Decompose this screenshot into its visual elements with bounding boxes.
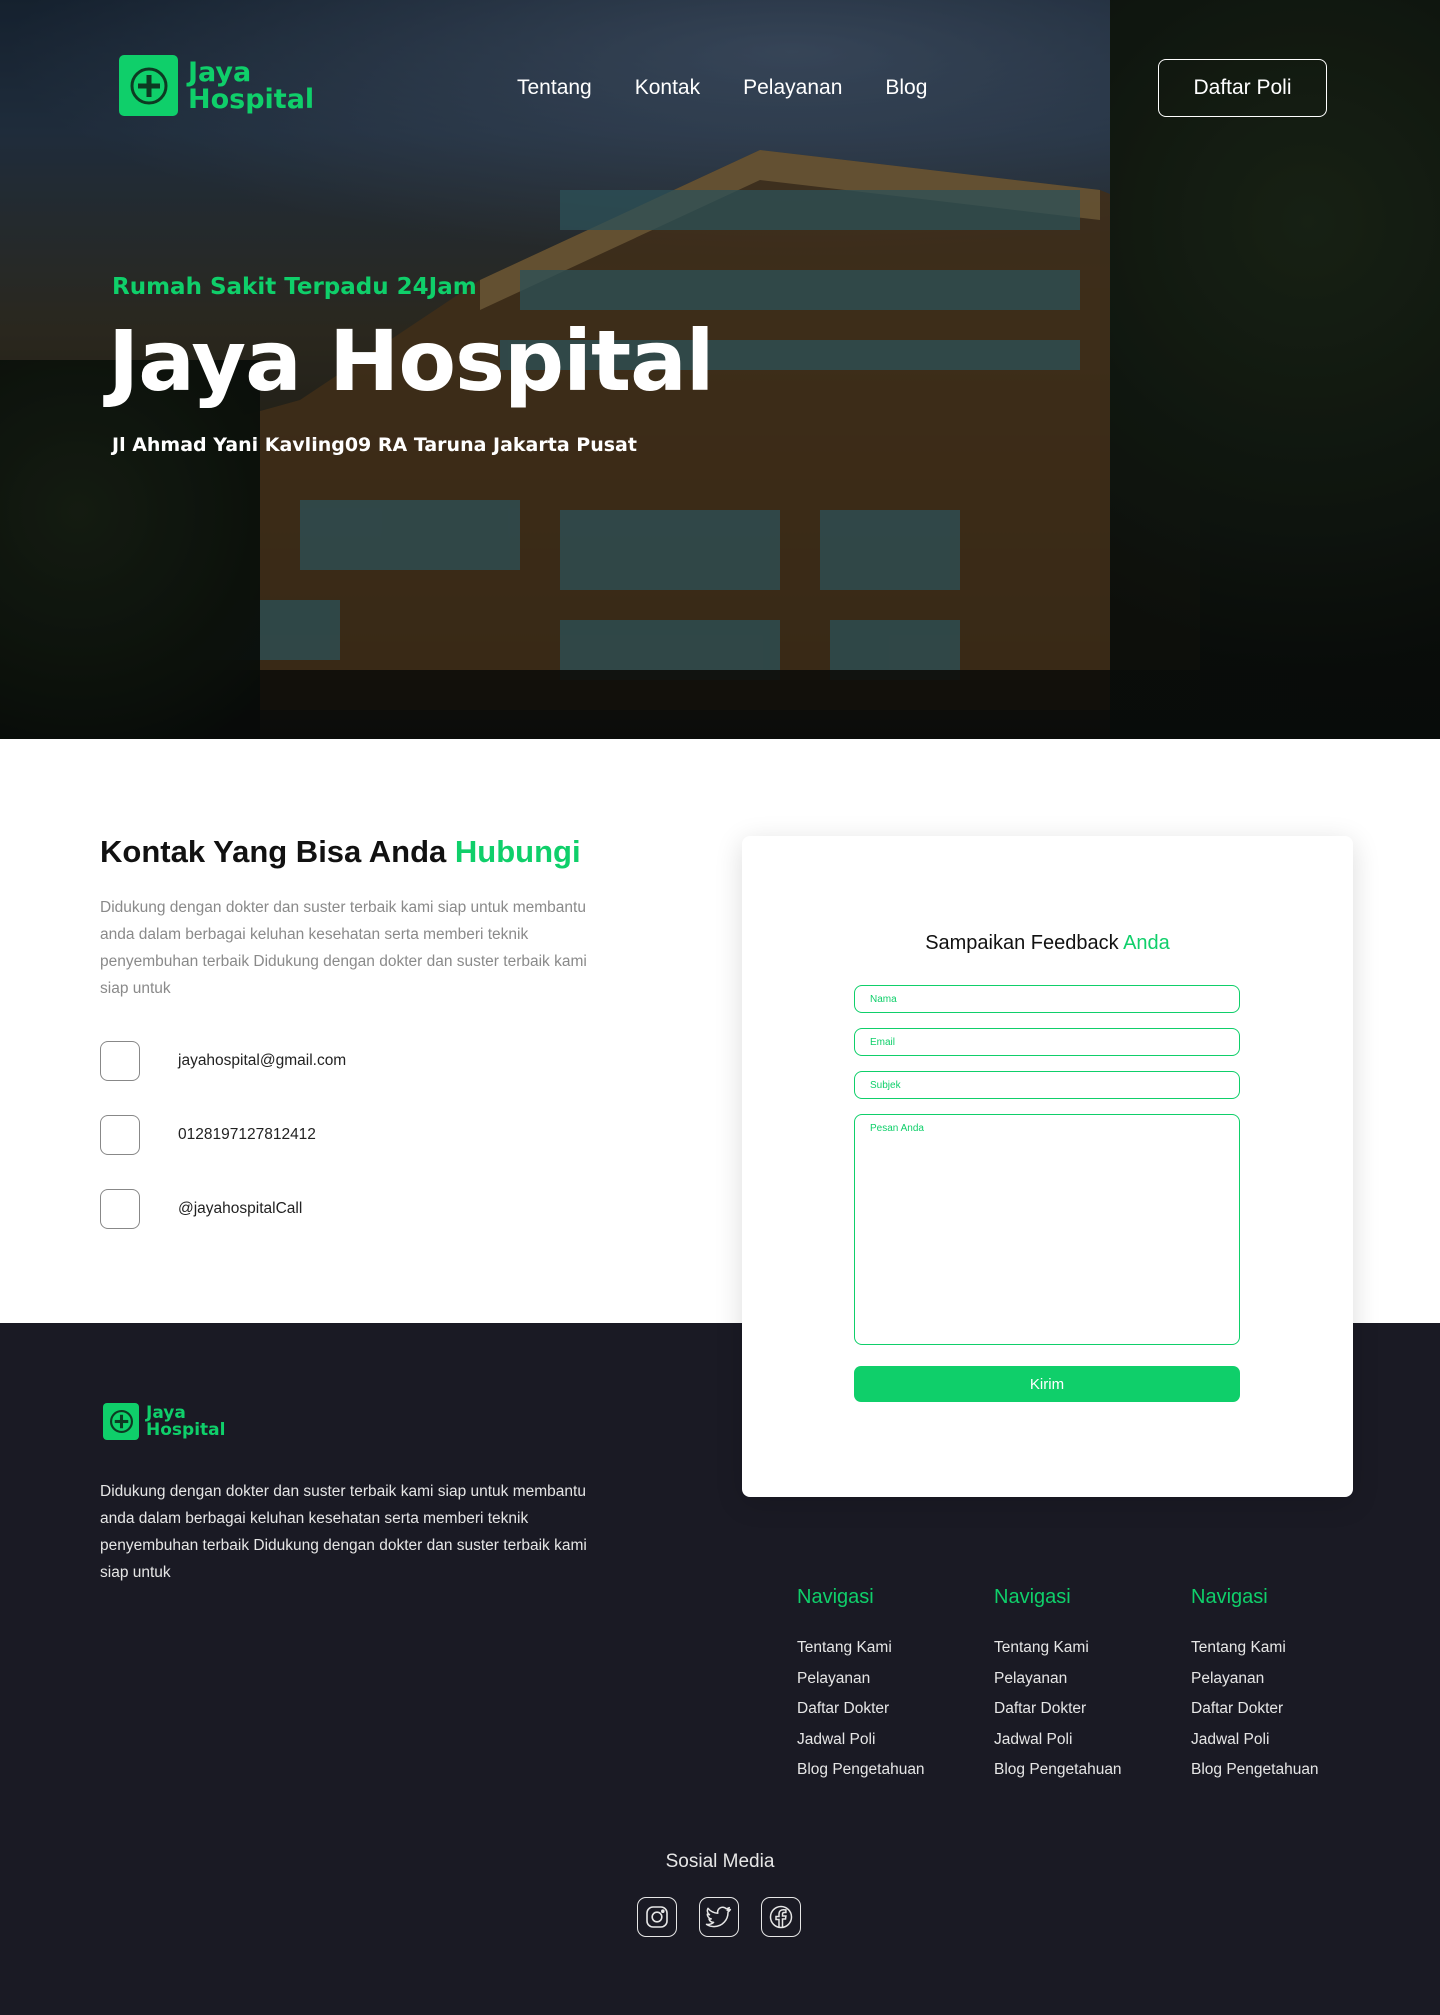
footer-link-jadwal-poli[interactable]: Jadwal Poli [994, 1725, 1122, 1756]
header-logo[interactable]: Jaya Hospital [119, 55, 314, 116]
footer-link-tentang-kami[interactable]: Tentang Kami [797, 1633, 925, 1664]
footer-nav-col-3: Navigasi Tentang Kami Pelayanan Daftar D… [1191, 1586, 1319, 1786]
subject-input[interactable] [854, 1071, 1240, 1099]
nav-tentang[interactable]: Tentang [517, 76, 592, 100]
contact-title: Kontak Yang Bisa Anda Hubungi [100, 834, 581, 870]
footer-link-blog-pengetahuan[interactable]: Blog Pengetahuan [994, 1755, 1122, 1786]
footer-nav-col-1: Navigasi Tentang Kami Pelayanan Daftar D… [797, 1586, 925, 1786]
contact-social-item[interactable]: @jayahospitalCall [100, 1189, 302, 1229]
main-nav: Tentang Kontak Pelayanan Blog [517, 76, 927, 100]
hero-subtitle: Rumah Sakit Terpadu 24Jam [112, 274, 477, 300]
social-media-links [637, 1897, 801, 1937]
contact-email: jayahospital@gmail.com [178, 1052, 347, 1069]
footer-logo-line2: Hospital [146, 1419, 226, 1440]
hero-title: Jaya Hospital [108, 312, 715, 410]
header-logo-text: Jaya Hospital [188, 59, 314, 113]
footer-link-pelayanan[interactable]: Pelayanan [797, 1664, 925, 1695]
footer-logo-text: Jaya Hospital [146, 1402, 226, 1440]
plus-circle-icon [103, 1403, 139, 1440]
contact-email-item[interactable]: jayahospital@gmail.com [100, 1041, 346, 1081]
name-input[interactable] [854, 985, 1240, 1013]
footer-nav-col-2: Navigasi Tentang Kami Pelayanan Daftar D… [994, 1586, 1122, 1786]
footer-link-daftar-dokter[interactable]: Daftar Dokter [797, 1694, 925, 1725]
footer-link-jadwal-poli[interactable]: Jadwal Poli [1191, 1725, 1319, 1756]
social-media-title: Sosial Media [665, 1851, 775, 1872]
footer-nav-title: Navigasi [797, 1586, 874, 1608]
footer-link-tentang-kami[interactable]: Tentang Kami [994, 1633, 1122, 1664]
logo-line1: Jaya [188, 56, 252, 88]
mail-icon [100, 1041, 140, 1081]
footer-link-blog-pengetahuan[interactable]: Blog Pengetahuan [797, 1755, 925, 1786]
message-textarea[interactable] [854, 1114, 1240, 1345]
contact-social: @jayahospitalCall [178, 1200, 303, 1217]
logo-line2: Hospital [188, 83, 315, 115]
contact-phone: 0128197127812412 [178, 1126, 316, 1143]
submit-button[interactable]: Kirim [854, 1366, 1240, 1402]
daftar-poli-button[interactable]: Daftar Poli [1158, 59, 1327, 117]
footer-nav-title: Navigasi [994, 1586, 1071, 1608]
footer-link-pelayanan[interactable]: Pelayanan [1191, 1664, 1319, 1695]
contact-title-main: Kontak Yang Bisa Anda [100, 834, 455, 869]
nav-kontak[interactable]: Kontak [635, 76, 700, 100]
feedback-form-card: Sampaikan Feedback Anda Kirim [742, 836, 1353, 1497]
contact-description: Didukung dengan dokter dan suster terbai… [100, 899, 587, 997]
email-input[interactable] [854, 1028, 1240, 1056]
at-icon [100, 1189, 140, 1229]
footer-description: Didukung dengan dokter dan suster terbai… [100, 1483, 587, 1581]
footer-link-tentang-kami[interactable]: Tentang Kami [1191, 1633, 1319, 1664]
contact-title-accent: Hubungi [454, 834, 581, 869]
footer-link-daftar-dokter[interactable]: Daftar Dokter [1191, 1694, 1319, 1725]
footer-link-jadwal-poli[interactable]: Jadwal Poli [797, 1725, 925, 1756]
phone-icon [100, 1115, 140, 1155]
footer-link-pelayanan[interactable]: Pelayanan [994, 1664, 1122, 1695]
instagram-icon[interactable] [637, 1897, 677, 1937]
feedback-title-accent: Anda [1123, 932, 1170, 954]
feedback-form-title: Sampaikan Feedback Anda [742, 932, 1353, 955]
footer-logo-line1: Jaya [146, 1402, 186, 1423]
footer-link-daftar-dokter[interactable]: Daftar Dokter [994, 1694, 1122, 1725]
footer-link-blog-pengetahuan[interactable]: Blog Pengetahuan [1191, 1755, 1319, 1786]
facebook-icon[interactable] [761, 1897, 801, 1937]
footer-nav-title: Navigasi [1191, 1586, 1268, 1608]
plus-circle-icon [119, 55, 178, 116]
nav-blog[interactable]: Blog [885, 76, 927, 100]
twitter-icon[interactable] [699, 1897, 739, 1937]
nav-pelayanan[interactable]: Pelayanan [743, 76, 842, 100]
hero-address: Jl Ahmad Yani Kavling09 RA Taruna Jakart… [112, 434, 637, 456]
footer-logo[interactable]: Jaya Hospital [103, 1403, 225, 1440]
feedback-title-main: Sampaikan Feedback [925, 932, 1124, 954]
contact-phone-item[interactable]: 0128197127812412 [100, 1115, 316, 1155]
